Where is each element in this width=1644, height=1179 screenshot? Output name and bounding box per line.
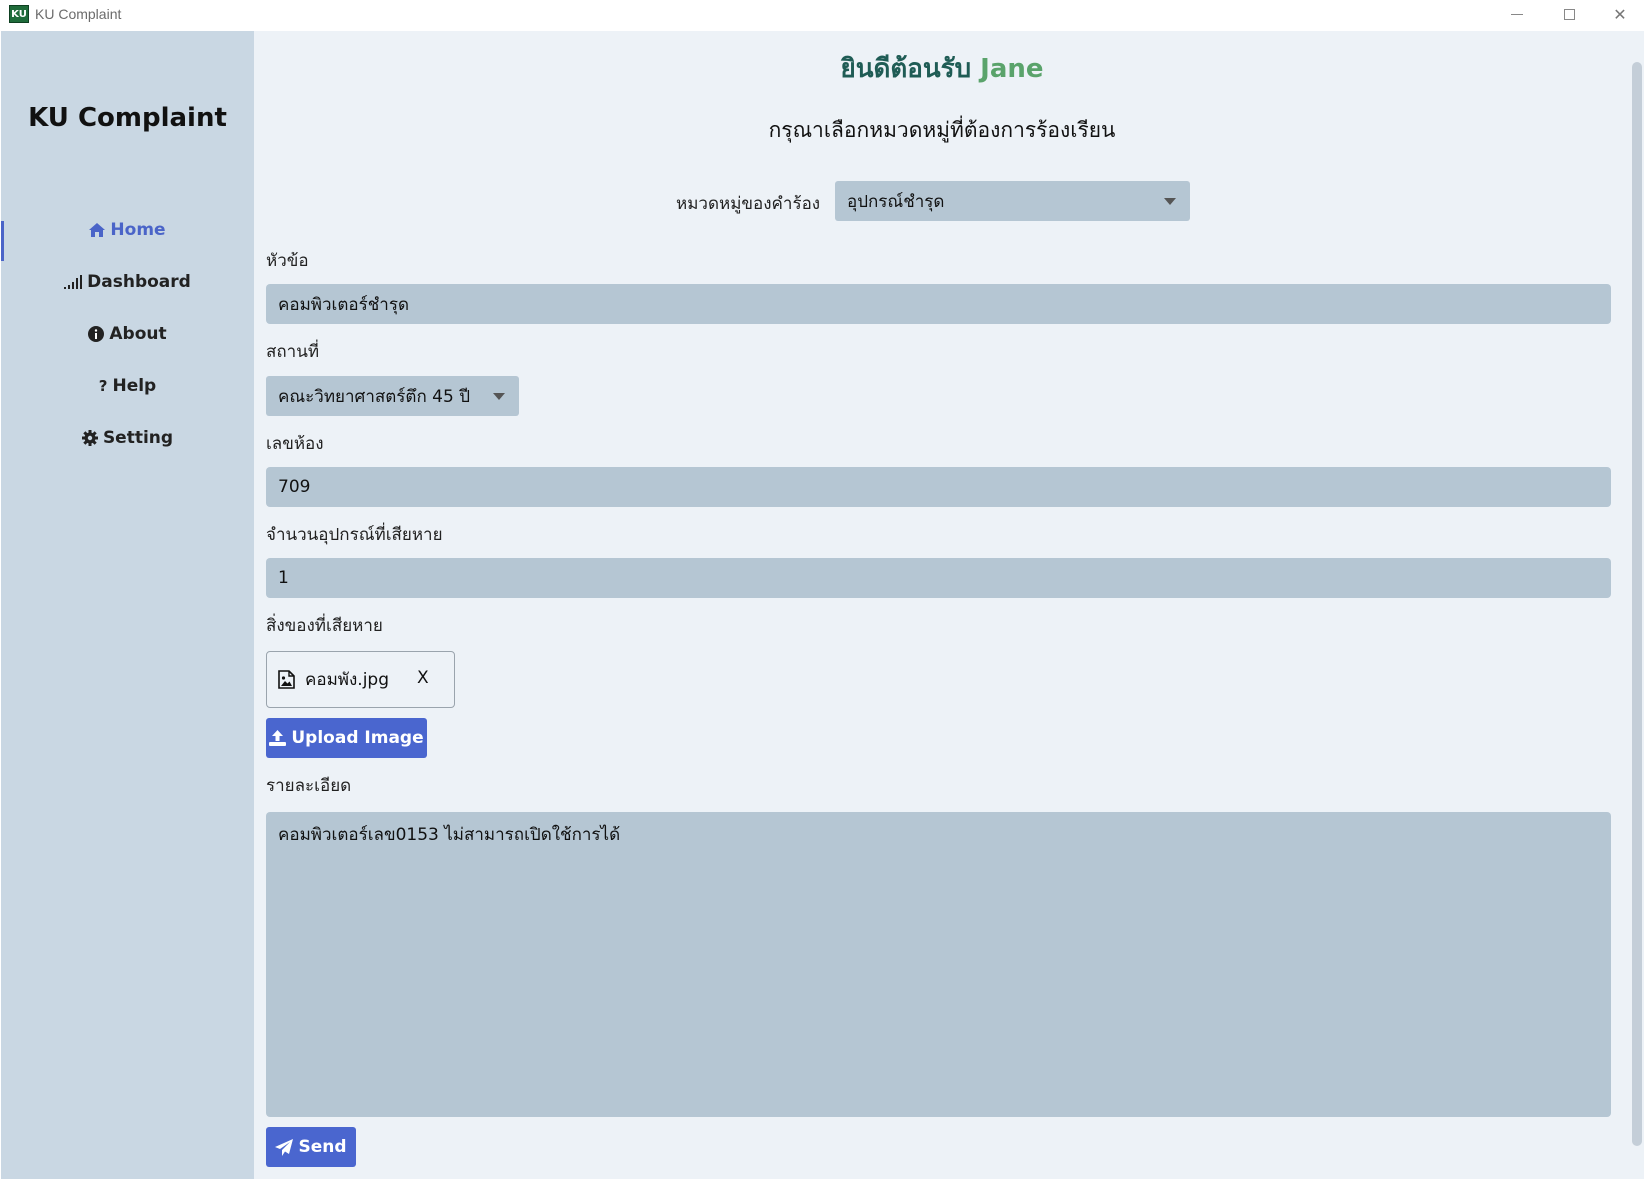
sidebar-item-label: About <box>109 324 167 344</box>
chevron-down-icon <box>493 393 505 400</box>
room-input[interactable]: 709 <box>266 467 1611 507</box>
home-icon <box>89 223 106 237</box>
paper-plane-icon <box>275 1138 294 1156</box>
title-bar: KU KU Complaint ✕ <box>0 0 1644 31</box>
window-title: KU Complaint <box>35 6 122 22</box>
details-label: รายละเอียด <box>266 776 352 796</box>
welcome-prefix: ยินดีต้อนรับ <box>840 54 972 84</box>
close-icon: ✕ <box>1613 4 1627 24</box>
location-select[interactable]: คณะวิทยาศาสตร์ตึก 45 ปี <box>266 376 519 416</box>
upload-image-button[interactable]: Upload Image <box>266 718 427 758</box>
send-label: Send <box>298 1137 347 1157</box>
upload-icon <box>269 730 287 746</box>
sidebar-item-help[interactable]: ? Help <box>1 366 254 406</box>
scrollbar-thumb[interactable] <box>1632 62 1642 1146</box>
quantity-input[interactable]: 1 <box>266 558 1611 598</box>
maximize-button[interactable] <box>1546 0 1592 28</box>
send-button[interactable]: Send <box>266 1127 356 1167</box>
sidebar-item-label: Setting <box>102 428 174 448</box>
room-label: เลขห้อง <box>266 434 324 454</box>
close-button[interactable]: ✕ <box>1597 0 1643 28</box>
remove-file-button[interactable]: X <box>417 668 429 688</box>
quantity-label: จำนวนอุปกรณ์ที่เสียหาย <box>266 525 443 545</box>
attached-file: คอมพัง.jpg X <box>266 651 455 708</box>
sidebar-item-label: Home <box>110 220 166 240</box>
location-label: สถานที่ <box>266 342 320 362</box>
page-subtitle: กรุณาเลือกหมวดหมู่ที่ต้องการร้องเรียน <box>768 118 1116 142</box>
location-select-value: คณะวิทยาศาสตร์ตึก 45 ปี <box>278 386 470 407</box>
category-select-value: อุปกรณ์ชำรุด <box>847 191 945 212</box>
maximize-icon <box>1563 8 1575 20</box>
brand-title: KU Complaint <box>28 103 227 133</box>
topic-input-value: คอมพิวเตอร์ชำรุด <box>278 294 409 315</box>
upload-image-label: Upload Image <box>291 728 424 748</box>
minimize-button[interactable] <box>1494 0 1540 28</box>
app-icon: KU <box>9 5 29 23</box>
question-icon: ? <box>98 377 108 395</box>
sidebar-item-label: Help <box>112 376 157 396</box>
topic-input[interactable]: คอมพิวเตอร์ชำรุด <box>266 284 1611 324</box>
gear-icon <box>81 430 98 446</box>
details-textarea[interactable]: คอมพิวเตอร์เลข0153 ไม่สามารถเปิดใช้การได… <box>266 812 1611 1117</box>
sidebar-item-label: Dashboard <box>87 272 191 292</box>
sidebar-item-dashboard[interactable]: Dashboard <box>1 262 254 302</box>
minimize-icon <box>1511 13 1523 15</box>
quantity-input-value: 1 <box>278 568 289 588</box>
info-icon <box>88 326 105 342</box>
category-select[interactable]: อุปกรณ์ชำรุด <box>835 181 1190 221</box>
chevron-down-icon <box>1164 198 1176 205</box>
signal-bars-icon <box>64 275 83 289</box>
sidebar-item-about[interactable]: About <box>1 314 254 354</box>
room-input-value: 709 <box>278 477 311 497</box>
category-label: หมวดหมู่ของคำร้อง <box>676 194 821 214</box>
topic-label: หัวข้อ <box>266 251 309 271</box>
sidebar-item-setting[interactable]: Setting <box>1 418 254 458</box>
welcome-name: Jane <box>980 54 1044 84</box>
sidebar: KU Complaint Home Dashboard About ? Help <box>1 31 254 1179</box>
image-file-icon <box>278 670 295 689</box>
attached-file-name: คอมพัง.jpg <box>305 670 390 690</box>
items-label: สิ่งของที่เสียหาย <box>266 616 383 636</box>
welcome-heading: ยินดีต้อนรับ Jane <box>254 48 1630 89</box>
sidebar-item-home[interactable]: Home <box>1 210 254 250</box>
details-textarea-value: คอมพิวเตอร์เลข0153 ไม่สามารถเปิดใช้การได… <box>278 825 621 845</box>
